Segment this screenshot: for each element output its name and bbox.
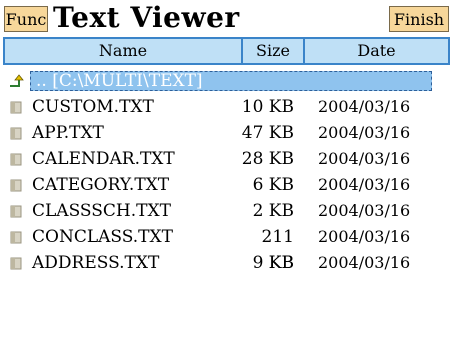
list-item[interactable]: CUSTOM.TXT 10 KB 2004/03/16 xyxy=(0,94,453,120)
file-date: 2004/03/16 xyxy=(318,97,411,116)
finish-button[interactable]: Finish xyxy=(389,6,449,32)
file-size: 2 KB xyxy=(252,201,294,221)
column-header-size[interactable]: Size xyxy=(243,39,305,63)
file-icon xyxy=(10,127,22,140)
file-date: 2004/03/16 xyxy=(318,149,411,168)
column-header-name[interactable]: Name xyxy=(5,39,243,63)
app-title: Text Viewer xyxy=(53,1,240,34)
file-size: 47 KB xyxy=(241,123,294,143)
file-date: 2004/03/16 xyxy=(318,201,411,220)
list-item[interactable]: APP.TXT 47 KB 2004/03/16 xyxy=(0,120,453,146)
file-icon xyxy=(10,231,22,244)
file-size: 9 KB xyxy=(252,253,294,273)
file-icon xyxy=(10,101,22,114)
parent-directory-row[interactable]: .. [C:\MULTI\TEXT] xyxy=(0,68,453,94)
parent-directory-label: .. [C:\MULTI\TEXT] xyxy=(36,71,203,91)
column-header-date[interactable]: Date xyxy=(305,39,448,63)
file-name: CLASSSCH.TXT xyxy=(32,201,171,221)
list-item[interactable]: CALENDAR.TXT 28 KB 2004/03/16 xyxy=(0,146,453,172)
file-icon xyxy=(10,179,22,192)
file-icon xyxy=(10,257,22,270)
file-name: ADDRESS.TXT xyxy=(32,253,160,273)
func-button[interactable]: Func xyxy=(4,6,48,32)
list-item[interactable]: CLASSSCH.TXT 2 KB 2004/03/16 xyxy=(0,198,453,224)
file-name: APP.TXT xyxy=(32,123,104,143)
file-name: CATEGORY.TXT xyxy=(32,175,170,195)
file-date: 2004/03/16 xyxy=(318,253,411,272)
column-header: Name Size Date xyxy=(3,37,450,65)
file-size: 6 KB xyxy=(252,175,294,195)
file-icon xyxy=(10,205,22,218)
file-list: .. [C:\MULTI\TEXT] CUSTOM.TXT 10 KB 2004… xyxy=(0,68,453,276)
file-size: 10 KB xyxy=(241,97,294,117)
file-date: 2004/03/16 xyxy=(318,123,411,142)
file-name: CALENDAR.TXT xyxy=(32,149,175,169)
file-size: 28 KB xyxy=(241,149,294,169)
list-item[interactable]: CATEGORY.TXT 6 KB 2004/03/16 xyxy=(0,172,453,198)
file-date: 2004/03/16 xyxy=(318,175,411,194)
file-name: CONCLASS.TXT xyxy=(32,227,173,247)
file-date: 2004/03/16 xyxy=(318,227,411,246)
list-item[interactable]: CONCLASS.TXT 211 KB 2004/03/16 xyxy=(0,224,453,273)
file-icon xyxy=(10,153,22,166)
file-name: CUSTOM.TXT xyxy=(32,97,154,117)
list-item[interactable]: ADDRESS.TXT 9 KB 2004/03/16 xyxy=(0,250,453,276)
folder-up-icon xyxy=(10,74,24,87)
title-bar: Func Text Viewer Finish xyxy=(0,0,453,36)
